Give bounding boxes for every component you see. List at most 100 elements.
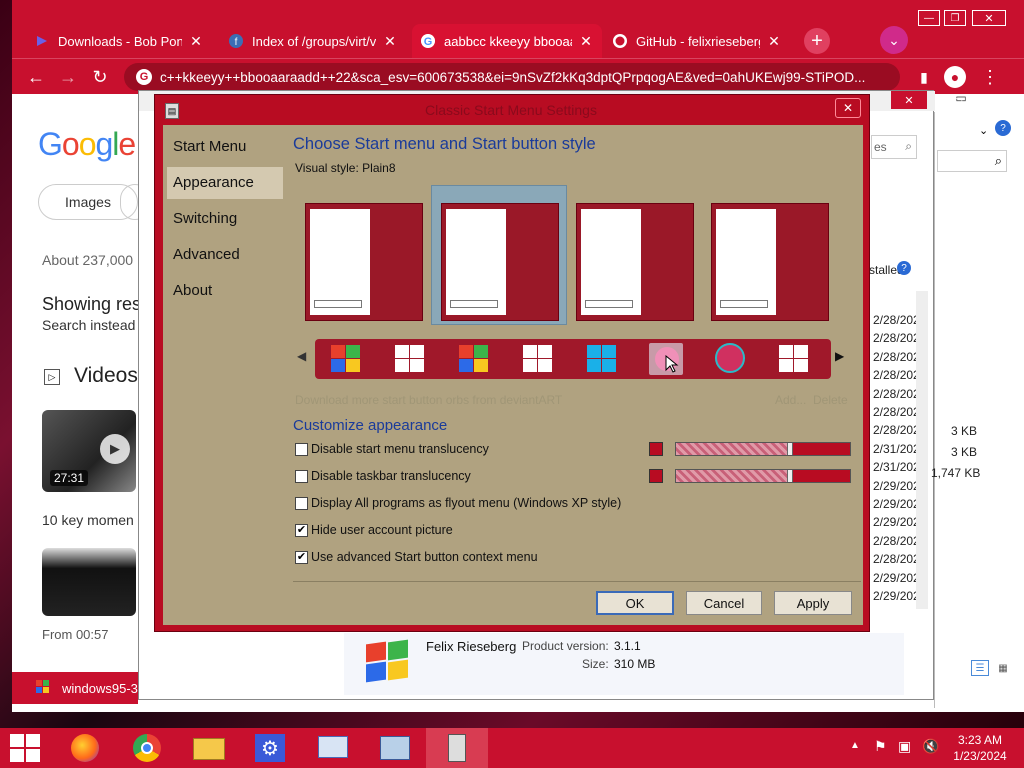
settings-icon[interactable]: ⚙ <box>240 728 302 768</box>
video-thumbnail[interactable]: ▶ 27:31 <box>42 410 136 492</box>
network-icon[interactable] <box>364 728 426 768</box>
browser-toolbar: ← → ↻ G c++kkeeyy++bbooaaraadd++22&sca_e… <box>12 58 1024 94</box>
explorer-search-box[interactable]: es ⌕ <box>871 135 917 159</box>
close-tab-icon[interactable]: ✕ <box>766 33 782 50</box>
slider-thumb[interactable] <box>786 470 793 482</box>
orb-windows-color-2-icon[interactable] <box>457 343 491 375</box>
classic-taskbar-item[interactable]: windows95-3 <box>12 672 138 704</box>
folder-close-icon[interactable]: ✕ <box>976 90 1012 108</box>
profile-avatar-icon[interactable]: ● <box>944 66 966 88</box>
folder-window-fragment: ⌄ ? ⌕ 3 KB 3 KB 1,747 KB ☰ ▦ <box>931 112 1014 708</box>
visual-style-label: Visual style: Plain8 <box>295 161 396 175</box>
network-tray-icon[interactable]: ▣ <box>898 738 911 755</box>
github-favicon <box>613 34 627 48</box>
forward-arrow-icon[interactable]: → <box>56 65 80 89</box>
menu-translucency-slider[interactable] <box>675 442 851 456</box>
reload-icon[interactable]: ↻ <box>88 65 112 89</box>
ok-button[interactable]: OK <box>596 591 674 615</box>
menu-color-swatch[interactable] <box>649 442 663 456</box>
taskbar-translucency-slider[interactable] <box>675 469 851 483</box>
tab-downloads[interactable]: Downloads - Bob Pony ✕ <box>26 24 212 58</box>
checkbox[interactable] <box>295 497 308 510</box>
volume-muted-icon[interactable]: 🔇 <box>922 738 939 755</box>
start-button[interactable] <box>0 728 52 768</box>
clock[interactable]: 3:23 AM 1/23/2024 <box>946 732 1014 764</box>
checkbox-checked[interactable]: ✔ <box>295 524 308 537</box>
help-icon[interactable]: ? <box>995 120 1011 136</box>
checkbox[interactable] <box>295 443 308 456</box>
details-view-icon[interactable]: ☰ <box>971 660 989 676</box>
play-button-icon[interactable]: ▶ <box>100 434 130 464</box>
cancel-button[interactable]: Cancel <box>686 591 762 615</box>
slider-thumb[interactable] <box>786 443 793 455</box>
details-pane: Felix Rieseberg Product version: 3.1.1 S… <box>344 633 904 695</box>
download-orbs-link[interactable]: Download more start button orbs from dev… <box>295 393 562 407</box>
chrome-icon[interactable] <box>116 728 178 768</box>
close-tab-icon[interactable]: ✕ <box>188 33 204 50</box>
key-moments[interactable]: 10 key momen <box>42 512 134 528</box>
settings-nav: Start Menu Appearance Switching Advanced… <box>163 125 291 625</box>
tab-github[interactable]: GitHub - felixrieseberg/ ✕ <box>604 24 790 58</box>
nav-appearance[interactable]: Appearance <box>167 167 283 199</box>
chevron-down-icon[interactable]: ⌄ <box>979 124 988 137</box>
nav-start-menu[interactable]: Start Menu <box>167 131 283 163</box>
style-thumb-2-selected[interactable] <box>431 185 567 325</box>
nav-advanced[interactable]: Advanced <box>167 239 283 271</box>
video-thumbnail-2[interactable] <box>42 548 136 616</box>
delete-orb-button[interactable]: Delete <box>813 393 848 407</box>
from-time: From 00:57 <box>42 627 109 642</box>
sidebar-icon[interactable]: ▮ <box>912 65 936 89</box>
nav-switching[interactable]: Switching <box>167 203 283 235</box>
restore-button[interactable]: ❐ <box>944 10 966 26</box>
tab-search-chevron-icon[interactable]: ⌄ <box>880 26 908 54</box>
scroll-left-icon[interactable]: ◀ <box>297 349 306 363</box>
apply-button[interactable]: Apply <box>774 591 852 615</box>
address-bar[interactable]: G c++kkeeyy++bbooaaraadd++22&sca_esv=600… <box>124 63 900 91</box>
nav-about[interactable]: About <box>167 275 283 307</box>
orb-windows-white-2-icon[interactable] <box>521 343 555 375</box>
taskbar-color-swatch[interactable] <box>649 469 663 483</box>
new-tab-button[interactable]: + <box>804 28 830 54</box>
checkbox[interactable] <box>295 470 308 483</box>
classic-shell-icon[interactable] <box>426 728 488 768</box>
orb-teal-circle-icon[interactable] <box>713 343 747 375</box>
add-orb-button[interactable]: Add... <box>775 393 806 407</box>
orb-windows-blue-icon[interactable] <box>585 343 619 375</box>
bob-pony-favicon <box>37 36 47 46</box>
firefox-icon[interactable] <box>54 728 116 768</box>
folder-max-icon[interactable]: ▭ <box>948 90 968 108</box>
dates-column: 2/28/202 2/28/202 2/28/202 2/28/202 2/28/202… <box>873 313 920 604</box>
close-tab-icon[interactable]: ✕ <box>578 33 594 50</box>
orb-windows-white-3-icon[interactable] <box>777 343 811 375</box>
back-arrow-icon[interactable]: ← <box>24 65 48 89</box>
explorer-close-button[interactable]: ✕ <box>891 91 927 109</box>
style-thumb-1[interactable] <box>305 203 423 321</box>
videos-heading: Videos <box>74 364 138 387</box>
menu-kebab-icon[interactable]: ⋮ <box>978 65 1002 89</box>
tab-strip: Downloads - Bob Pony ✕ f Index of /group… <box>12 0 1024 58</box>
tiles-view-icon[interactable]: ▦ <box>995 660 1011 676</box>
file-explorer-icon[interactable] <box>178 728 240 768</box>
show-hidden-icons-icon[interactable]: ▲ <box>850 740 860 751</box>
flag-icon[interactable]: ⚑ <box>874 738 887 755</box>
orb-windows-color-icon[interactable] <box>329 343 363 375</box>
search-instead[interactable]: Search instead <box>42 317 135 333</box>
folder-search-box[interactable]: ⌕ <box>937 150 1007 172</box>
minimize-button[interactable]: — <box>918 10 940 26</box>
control-panel-icon[interactable] <box>302 728 364 768</box>
tab-index-of[interactable]: f Index of /groups/virt/vir ✕ <box>220 24 406 58</box>
help-icon[interactable]: ? <box>897 261 911 275</box>
checkbox-checked[interactable]: ✔ <box>295 551 308 564</box>
scroll-right-icon[interactable]: ▶ <box>835 349 844 363</box>
google-logo[interactable]: Google <box>38 126 136 163</box>
explorer-scrollbar[interactable] <box>916 291 928 609</box>
dialog-close-button[interactable]: ✕ <box>835 98 861 118</box>
style-thumb-4[interactable] <box>711 203 829 321</box>
close-tab-icon[interactable]: ✕ <box>382 33 398 50</box>
orb-windows-white-icon[interactable] <box>393 343 427 375</box>
taskbar: ⚙ ▲ ⚑ ▣ 🔇 3:23 AM 1/23/2024 <box>0 728 1024 768</box>
tab-google-search[interactable]: G aabbcc kkeeyy bbooaar ✕ <box>412 24 602 58</box>
close-window-button[interactable]: ✕ <box>972 10 1006 26</box>
style-thumb-3[interactable] <box>576 203 694 321</box>
mouse-cursor-icon <box>665 354 679 373</box>
